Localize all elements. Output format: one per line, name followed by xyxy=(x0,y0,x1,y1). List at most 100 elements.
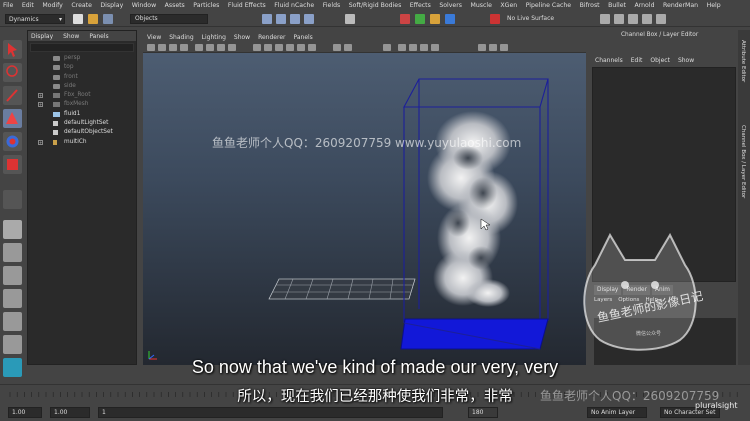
color-management-icon[interactable] xyxy=(500,44,508,51)
vp-menu-lighting[interactable]: Lighting xyxy=(202,34,226,41)
outliner-item[interactable]: front xyxy=(28,73,136,82)
current-frame-field[interactable]: 1 xyxy=(98,407,443,418)
resolution-gate-icon[interactable] xyxy=(217,44,225,51)
menu-window[interactable]: Window xyxy=(132,2,156,9)
outliner-item[interactable]: defaultObjectSet xyxy=(28,128,136,137)
lasso-tool-icon[interactable] xyxy=(3,63,22,82)
expand-icon[interactable]: + xyxy=(38,102,43,108)
paint-select-icon[interactable] xyxy=(3,86,22,105)
outliner-menu-panels[interactable]: Panels xyxy=(89,33,108,40)
lights-icon[interactable] xyxy=(297,44,305,51)
cb-menu-edit[interactable]: Edit xyxy=(631,57,643,64)
menu-particles[interactable]: Particles xyxy=(193,2,219,9)
expand-icon[interactable]: + xyxy=(38,93,43,99)
cb-menu-channels[interactable]: Channels xyxy=(595,57,623,64)
menu-file[interactable]: File xyxy=(3,2,13,9)
vp-menu-renderer[interactable]: Renderer xyxy=(258,34,285,41)
new-scene-icon[interactable] xyxy=(73,14,83,24)
layout-outliner-icon[interactable] xyxy=(3,289,22,308)
history-icon[interactable] xyxy=(345,14,355,24)
menu-soft-rigid-bodies[interactable]: Soft/Rigid Bodies xyxy=(349,2,402,9)
sidebar-toggle-icon[interactable] xyxy=(600,14,610,24)
attribute-editor-tab[interactable]: Attribute Editor xyxy=(740,40,746,82)
modeling-toolkit-icon[interactable] xyxy=(614,14,624,24)
menu-assets[interactable]: Assets xyxy=(165,2,185,9)
layout-graph-icon[interactable] xyxy=(3,312,22,331)
render-settings-icon[interactable] xyxy=(430,14,440,24)
depth-of-field-icon[interactable] xyxy=(431,44,439,51)
menu-renderman[interactable]: RenderMan xyxy=(663,2,698,9)
vp-menu-view[interactable]: View xyxy=(147,34,161,41)
outliner-menu-show[interactable]: Show xyxy=(63,33,79,40)
grid-icon[interactable] xyxy=(195,44,203,51)
menu-help[interactable]: Help xyxy=(707,2,721,9)
attribute-editor-icon[interactable] xyxy=(628,14,638,24)
wireframe-icon[interactable] xyxy=(253,44,261,51)
xray-joints-icon[interactable] xyxy=(344,44,352,51)
save-scene-icon[interactable] xyxy=(103,14,113,24)
menu-pipeline-cache[interactable]: Pipeline Cache xyxy=(526,2,571,9)
snap-grid-icon[interactable] xyxy=(262,14,272,24)
textured-icon[interactable] xyxy=(286,44,294,51)
cb-menu-show[interactable]: Show xyxy=(678,57,694,64)
isolate-select-icon[interactable] xyxy=(383,44,391,51)
menu-fields[interactable]: Fields xyxy=(323,2,341,9)
mode-dropdown[interactable]: Dynamics xyxy=(5,14,65,24)
magnet-icon[interactable] xyxy=(490,14,500,24)
snap-surface-icon[interactable] xyxy=(304,14,314,24)
anim-layer-dropdown[interactable]: No Anim Layer xyxy=(587,407,647,418)
layout-single-icon[interactable] xyxy=(3,220,22,239)
image-plane-icon[interactable] xyxy=(180,44,188,51)
start-time-field[interactable]: 1.00 xyxy=(8,407,42,418)
outliner-search-field[interactable] xyxy=(30,43,134,52)
cb-menu-object[interactable]: Object xyxy=(650,57,670,64)
camera-select-icon[interactable] xyxy=(147,44,155,51)
outliner-item[interactable]: side xyxy=(28,82,136,91)
menu-effects[interactable]: Effects xyxy=(410,2,431,9)
menu-solvers[interactable]: Solvers xyxy=(439,2,462,9)
playback-start-field[interactable]: 1.00 xyxy=(50,407,90,418)
shadows-icon[interactable] xyxy=(308,44,316,51)
scale-tool-icon[interactable] xyxy=(3,155,22,174)
outliner-item[interactable]: + fbxMesh xyxy=(28,100,136,109)
menu-xgen[interactable]: XGen xyxy=(500,2,517,9)
channel-box-icon[interactable] xyxy=(656,14,666,24)
outliner-menu-display[interactable]: Display xyxy=(31,33,53,40)
film-gate-icon[interactable] xyxy=(206,44,214,51)
outliner-item[interactable]: defaultLightSet xyxy=(28,119,136,128)
perspective-viewport[interactable] xyxy=(143,53,586,365)
snap-point-icon[interactable] xyxy=(290,14,300,24)
menu-bifrost[interactable]: Bifrost xyxy=(580,2,600,9)
menu-create[interactable]: Create xyxy=(71,2,92,9)
rotate-tool-icon[interactable] xyxy=(3,132,22,151)
exposure-icon[interactable] xyxy=(489,44,497,51)
outliner-item[interactable]: + multiCh xyxy=(28,138,136,147)
menu-edit[interactable]: Edit xyxy=(22,2,34,9)
snap-curve-icon[interactable] xyxy=(276,14,286,24)
layout-four-icon[interactable] xyxy=(3,243,22,262)
bookmark-icon[interactable] xyxy=(169,44,177,51)
last-tool-icon[interactable] xyxy=(3,190,22,209)
select-tool-icon[interactable] xyxy=(3,40,22,59)
layout-hypershade-icon[interactable] xyxy=(3,335,22,354)
channel-box-tab[interactable]: Channel Box / Layer Editor xyxy=(740,125,746,198)
ipr-render-icon[interactable] xyxy=(415,14,425,24)
outliner-item[interactable]: + Fbx_Root xyxy=(28,91,136,100)
open-scene-icon[interactable] xyxy=(88,14,98,24)
wireframe-on-shaded-icon[interactable] xyxy=(275,44,283,51)
menu-fluid-ncache[interactable]: Fluid nCache xyxy=(274,2,314,9)
xray-icon[interactable] xyxy=(333,44,341,51)
gate-mask-icon[interactable] xyxy=(228,44,236,51)
layout-two-icon[interactable] xyxy=(3,266,22,285)
menu-bullet[interactable]: Bullet xyxy=(608,2,626,9)
outliner-item[interactable]: fluid1 xyxy=(28,110,136,119)
menu-arnold[interactable]: Arnold xyxy=(634,2,654,9)
menu-fluid-effects[interactable]: Fluid Effects xyxy=(228,2,266,9)
vp-menu-show[interactable]: Show xyxy=(234,34,250,41)
menu-modify[interactable]: Modify xyxy=(42,2,63,9)
range-end-field[interactable]: 180 xyxy=(468,407,498,418)
ambient-occlusion-icon[interactable] xyxy=(398,44,406,51)
outliner-item[interactable]: persp xyxy=(28,54,136,63)
gamma-icon[interactable] xyxy=(478,44,486,51)
hypershade-icon[interactable] xyxy=(445,14,455,24)
